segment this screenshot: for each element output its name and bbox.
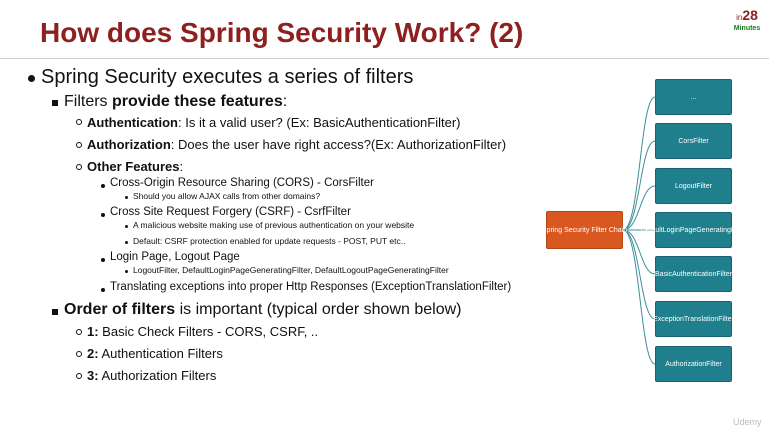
udemy-watermark: Udemy <box>733 417 762 427</box>
connector-line <box>622 140 656 231</box>
filter-box-logout: LogoutFilter <box>655 168 732 204</box>
filter-box-basic-auth: BasicAuthenticationFilter <box>655 256 732 292</box>
filter-box-authorization: AuthorizationFilter <box>655 346 732 382</box>
filter-box-default-login-page: DefaultLoginPageGeneratingFilter <box>641 212 746 248</box>
filter-chain-root: Spring Security Filter Chain <box>542 211 627 249</box>
connector-line <box>622 185 656 231</box>
slide: How does Spring Security Work? (2) in28 … <box>0 0 769 437</box>
filter-box-ellipsis: ... <box>655 79 732 115</box>
filter-chain-connectors <box>622 96 656 365</box>
connector-line <box>622 229 656 320</box>
connector-line <box>622 229 656 275</box>
filter-box-exception-translation: ExceptionTranslationFilter <box>653 301 734 337</box>
filter-box-cors: CorsFilter <box>655 123 732 159</box>
